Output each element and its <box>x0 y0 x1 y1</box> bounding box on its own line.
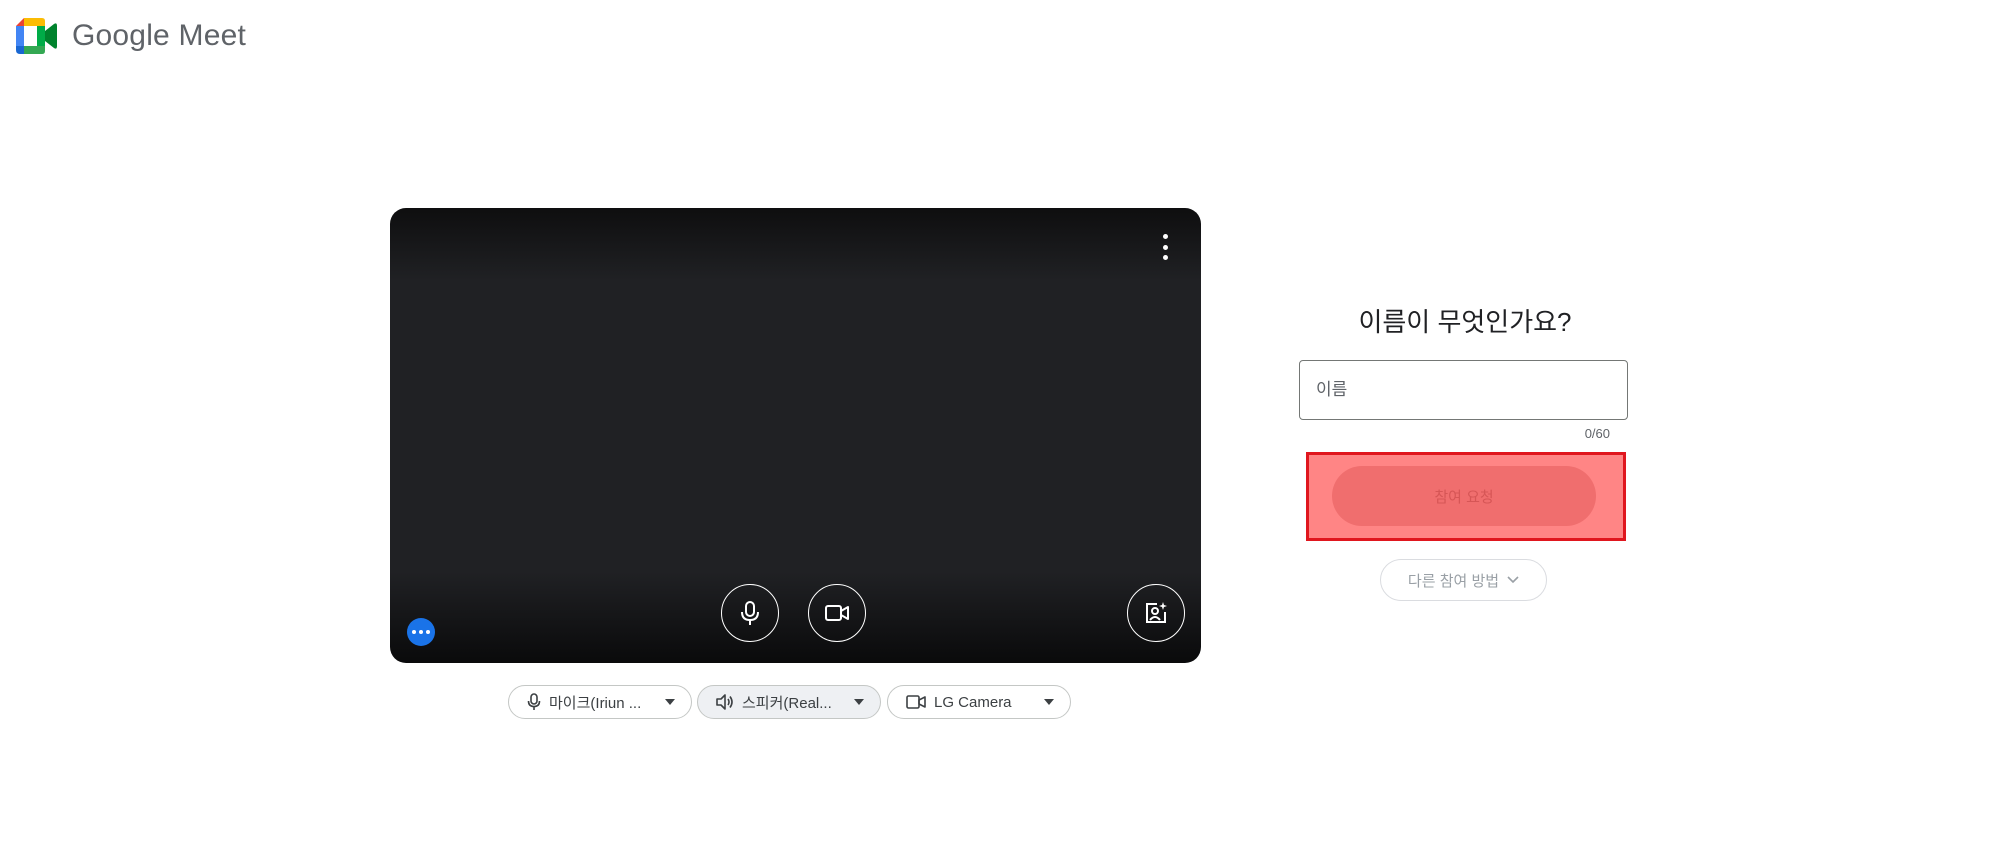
more-vert-icon[interactable] <box>1157 234 1173 260</box>
microphone-toggle-button[interactable] <box>721 584 779 642</box>
chevron-down-icon <box>1507 576 1519 584</box>
videocam-icon <box>906 695 926 709</box>
header: Google Meet <box>16 16 246 56</box>
name-char-count: 0/60 <box>1584 426 1610 441</box>
video-preview <box>390 208 1201 663</box>
volume-icon <box>716 694 733 710</box>
microphone-selector[interactable]: 마이크(Iriun ... <box>508 685 692 719</box>
speaker-selector-label: 스피커(Real... <box>742 694 832 712</box>
microphone-selector-label: 마이크(Iriun ... <box>549 694 642 712</box>
meet-prejoin-page: Google Meet 마이크(Iriun ... 스피커(Real... LG… <box>0 0 2000 861</box>
mic-icon <box>527 693 541 710</box>
speaker-selector[interactable]: 스피커(Real... <box>697 685 881 719</box>
videocam-icon <box>825 605 849 621</box>
brand-name: Google Meet <box>72 19 246 53</box>
camera-toggle-button[interactable] <box>808 584 866 642</box>
other-ways-label: 다른 참여 방법 <box>1407 572 1500 590</box>
name-prompt-title: 이름이 무엇인가요? <box>1358 307 1572 337</box>
visual-effects-icon <box>1146 602 1167 623</box>
mic-icon <box>741 601 759 625</box>
visual-effects-button[interactable] <box>1127 584 1185 642</box>
chevron-down-icon <box>665 699 675 705</box>
brand-meet: Meet <box>178 19 246 52</box>
google-meet-logo-icon <box>16 18 57 54</box>
other-ways-to-join-button[interactable]: 다른 참여 방법 <box>1380 559 1547 601</box>
name-input[interactable] <box>1299 360 1628 420</box>
brand-google: Google <box>72 19 170 52</box>
chevron-down-icon <box>1044 699 1054 705</box>
camera-selector[interactable]: LG Camera <box>887 685 1071 719</box>
ask-to-join-button[interactable]: 참여 요청 <box>1332 466 1596 526</box>
camera-selector-label: LG Camera <box>934 693 1012 711</box>
more-options-button[interactable] <box>407 618 435 646</box>
chevron-down-icon <box>854 699 864 705</box>
